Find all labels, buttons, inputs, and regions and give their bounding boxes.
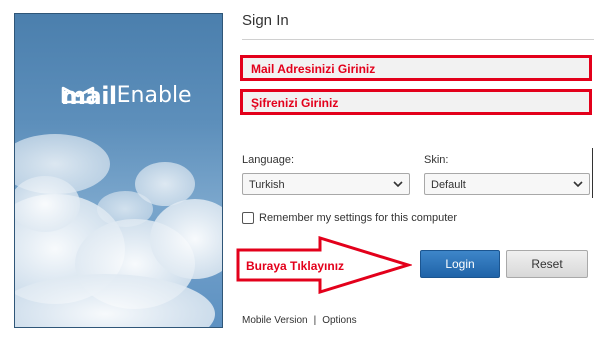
password-annotation: Şifrenizi Giriniz [251,96,339,110]
click-here-annotation: Buraya Tıklayınız [246,259,345,273]
cloud-background [15,134,222,327]
mobile-version-link[interactable]: Mobile Version [242,315,308,326]
skin-select[interactable]: Default [424,173,590,195]
chevron-down-icon [573,181,583,188]
language-value: Turkish [249,179,285,191]
skin-value: Default [431,179,466,191]
email-field[interactable]: Mail Adresinizi Giriniz [240,55,592,81]
login-button[interactable]: Login [420,250,500,278]
footer-links: Mobile Version | Options [242,315,357,326]
password-field[interactable]: Şifrenizi Giriniz [240,89,592,115]
remember-label: Remember my settings for this computer [259,212,458,224]
language-label: Language: [242,154,294,166]
mailenable-logo: mail Enable [61,83,192,109]
options-link[interactable]: Options [322,315,356,326]
panel-edge-line [592,148,593,198]
page-title: Sign In [242,12,289,29]
logo-text-enable: Enable [116,83,192,108]
chevron-down-icon [393,181,403,188]
language-select[interactable]: Turkish [242,173,410,195]
title-divider [242,39,594,40]
footer-separator: | [313,315,317,326]
skin-label: Skin: [424,154,449,166]
envelope-icon [61,86,95,104]
reset-button[interactable]: Reset [506,250,588,278]
remember-checkbox[interactable] [242,212,254,224]
branding-panel: mail Enable [14,13,223,328]
email-annotation: Mail Adresinizi Giriniz [251,62,376,76]
